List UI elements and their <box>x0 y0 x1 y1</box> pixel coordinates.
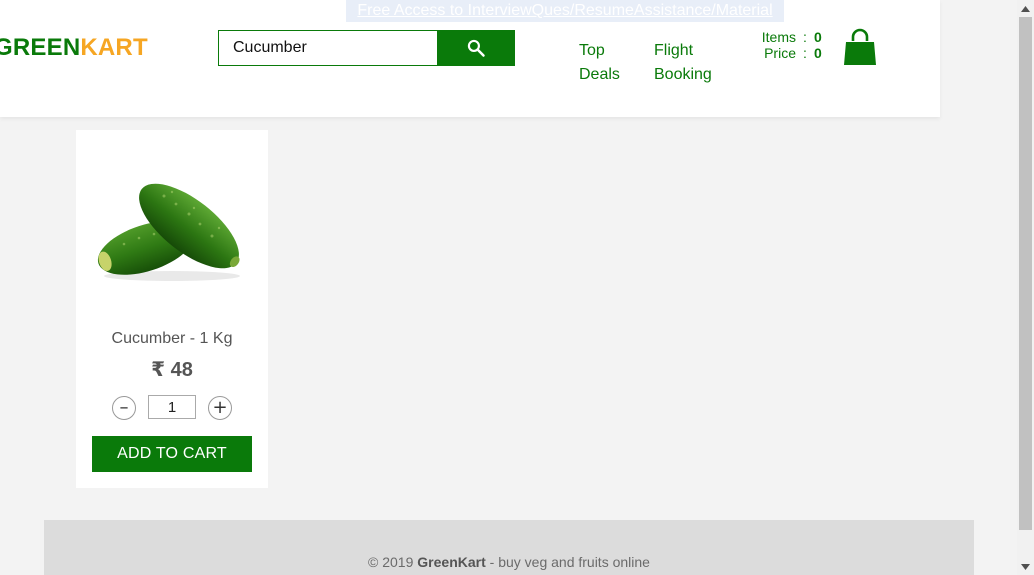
cart-items-value: 0 <box>814 29 822 45</box>
logo-green: GREEN <box>0 34 81 61</box>
decrement-button[interactable]: – <box>112 396 136 420</box>
nav-top-deals-line1: Top <box>579 42 605 59</box>
shopping-bag-icon <box>844 28 876 65</box>
cart-items-row: Items : 0 <box>752 29 826 45</box>
footer-copyright: © 2019 <box>368 554 418 570</box>
logo-kart: KART <box>80 34 148 61</box>
search-button[interactable] <box>437 30 515 66</box>
nav-flight-booking[interactable]: Flight Booking <box>654 39 724 87</box>
cucumber-image <box>97 183 240 281</box>
cart-items-label: Items <box>761 29 796 45</box>
promo-link[interactable]: Free Access to InterviewQues/ResumeAssis… <box>346 0 784 22</box>
footer: © 2019 GreenKart - buy veg and fruits on… <box>44 520 974 575</box>
scroll-thumb[interactable] <box>1019 17 1032 530</box>
nav-top-deals-line2: Deals <box>579 66 620 83</box>
nav-flight-booking-line1: Flight <box>654 42 694 59</box>
cart-price-separator: : <box>803 45 807 61</box>
product-price: ₹ 48 <box>151 359 193 381</box>
scroll-down-arrow-icon[interactable] <box>1017 558 1034 575</box>
cart-price-value: 0 <box>814 45 822 61</box>
cart-button[interactable] <box>843 28 877 66</box>
vertical-scrollbar[interactable] <box>1017 0 1034 575</box>
cart-price-label: Price <box>764 45 796 61</box>
cart-info: Items : 0 Price : 0 <box>752 29 826 61</box>
search-input[interactable] <box>218 30 438 66</box>
cart-price-row: Price : 0 <box>752 45 826 61</box>
search-icon <box>467 39 485 57</box>
cart-items-separator: : <box>803 29 807 45</box>
add-to-cart-button[interactable]: ADD TO CART <box>92 436 252 472</box>
nav-flight-booking-line2: Booking <box>654 66 712 83</box>
quantity-input[interactable] <box>148 395 196 419</box>
header: Free Access to InterviewQues/ResumeAssis… <box>0 0 940 117</box>
nav-top-deals[interactable]: Top Deals <box>579 39 649 87</box>
footer-brand: GreenKart <box>417 554 486 570</box>
footer-text: © 2019 GreenKart - buy veg and fruits on… <box>44 554 974 570</box>
footer-tagline: - buy veg and fruits online <box>485 554 650 570</box>
page: Free Access to InterviewQues/ResumeAssis… <box>0 0 1034 575</box>
logo: GREENKART <box>0 34 148 62</box>
quantity-stepper: – + <box>111 395 233 421</box>
scroll-up-arrow-icon[interactable] <box>1017 0 1034 17</box>
product-name: Cucumber - 1 Kg <box>111 330 233 347</box>
product-card: Cucumber - 1 Kg ₹ 48 – + ADD TO CART <box>76 130 268 488</box>
increment-button[interactable]: + <box>208 396 232 420</box>
